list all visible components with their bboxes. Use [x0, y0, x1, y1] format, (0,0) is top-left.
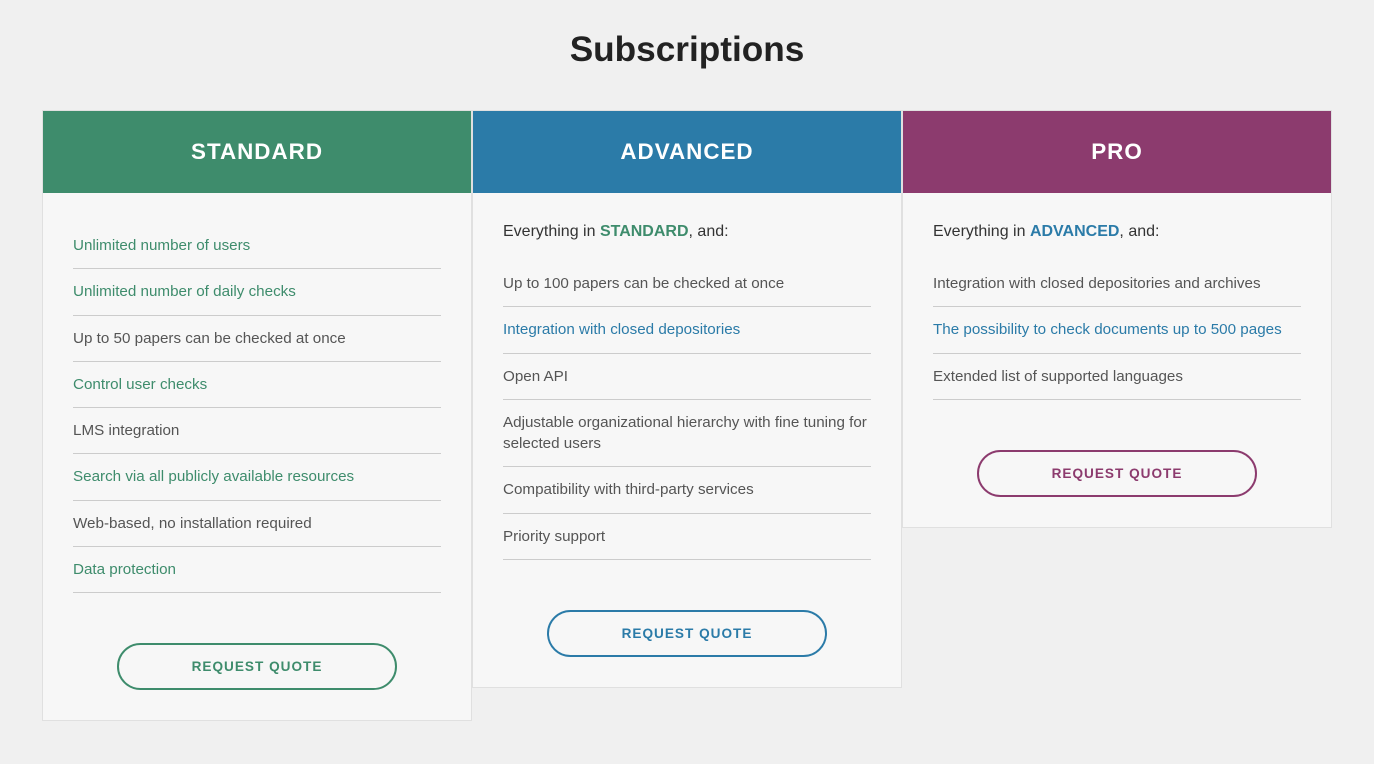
page-title: Subscriptions — [20, 30, 1354, 70]
card-pro-feature-list: Integration with closed depositories and… — [933, 261, 1301, 400]
card-advanced-intro: Everything in STANDARD, and: — [503, 223, 871, 241]
card-standard-feature-6: Web-based, no installation required — [73, 501, 441, 547]
card-standard-feature-0: Unlimited number of users — [73, 223, 441, 269]
card-pro: PRO Everything in ADVANCED, and: Integrati… — [902, 110, 1332, 528]
card-standard-feature-list: Unlimited number of usersUnlimited numbe… — [73, 223, 441, 593]
card-standard-feature-3: Control user checks — [73, 362, 441, 408]
card-advanced-body: Everything in STANDARD, and: Up to 100 pa… — [473, 193, 901, 580]
card-pro-header-title: PRO — [923, 139, 1311, 165]
card-pro-body: Everything in ADVANCED, and: Integration … — [903, 193, 1331, 420]
card-advanced-feature-list: Up to 100 papers can be checked at onceI… — [503, 261, 871, 560]
card-standard-footer: REQUEST QUOTE — [43, 613, 471, 720]
card-advanced-header-title: ADVANCED — [493, 139, 881, 165]
card-pro-footer: REQUEST QUOTE — [903, 420, 1331, 527]
card-standard-feature-4: LMS integration — [73, 408, 441, 454]
card-standard-header-title: STANDARD — [63, 139, 451, 165]
card-pro-feature-0: Integration with closed depositories and… — [933, 261, 1301, 307]
card-pro-header: PRO — [903, 111, 1331, 193]
card-advanced-feature-3: Adjustable organizational hierarchy with… — [503, 400, 871, 468]
card-standard-request-quote-button[interactable]: REQUEST QUOTE — [117, 643, 397, 690]
card-standard-feature-1: Unlimited number of daily checks — [73, 269, 441, 315]
cards-container: STANDARD Unlimited number of usersUnlimit… — [20, 110, 1354, 721]
card-advanced-request-quote-button[interactable]: REQUEST QUOTE — [547, 610, 827, 657]
card-pro-feature-2: Extended list of supported languages — [933, 354, 1301, 400]
card-advanced-footer: REQUEST QUOTE — [473, 580, 901, 687]
card-standard-feature-5: Search via all publicly available resour… — [73, 454, 441, 500]
card-advanced-feature-4: Compatibility with third-party services — [503, 467, 871, 513]
card-pro-feature-1: The possibility to check documents up to… — [933, 307, 1301, 353]
card-advanced-feature-5: Priority support — [503, 514, 871, 560]
card-advanced-feature-1: Integration with closed depositories — [503, 307, 871, 353]
card-advanced-feature-0: Up to 100 papers can be checked at once — [503, 261, 871, 307]
card-pro-intro: Everything in ADVANCED, and: — [933, 223, 1301, 241]
card-standard-feature-7: Data protection — [73, 547, 441, 593]
card-advanced-header: ADVANCED — [473, 111, 901, 193]
card-standard: STANDARD Unlimited number of usersUnlimit… — [42, 110, 472, 721]
card-advanced: ADVANCED Everything in STANDARD, and: Up t… — [472, 110, 902, 688]
card-advanced-feature-2: Open API — [503, 354, 871, 400]
card-standard-body: Unlimited number of usersUnlimited numbe… — [43, 193, 471, 613]
card-standard-header: STANDARD — [43, 111, 471, 193]
card-standard-feature-2: Up to 50 papers can be checked at once — [73, 316, 441, 362]
card-pro-request-quote-button[interactable]: REQUEST QUOTE — [977, 450, 1257, 497]
